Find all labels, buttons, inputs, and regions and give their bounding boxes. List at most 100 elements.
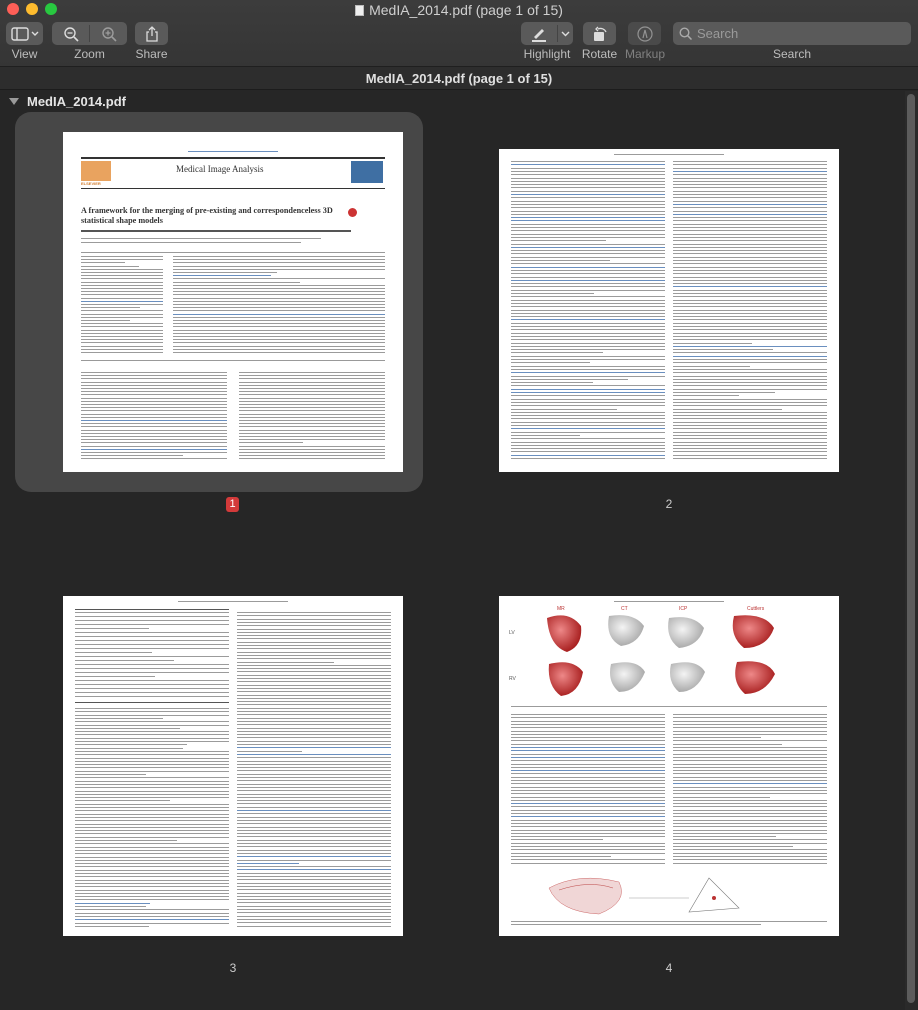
text-line [75, 899, 229, 901]
text-line [673, 276, 827, 278]
text-line [239, 436, 385, 437]
highlight-options-button[interactable] [558, 22, 573, 45]
text-line [673, 842, 827, 844]
text-line [237, 918, 391, 920]
text-line [511, 737, 665, 739]
text-line [237, 674, 391, 676]
scrollbar-thumb[interactable] [907, 94, 915, 1003]
text-line [511, 213, 665, 215]
page-thumbnail-1[interactable]: ELSEVIER Medical Image Analysis A framew… [63, 132, 403, 472]
text-line [81, 272, 163, 273]
text-line [673, 849, 827, 851]
zoom-label: Zoom [74, 47, 105, 61]
text-line [173, 288, 385, 289]
text-line [81, 278, 163, 280]
text-line [75, 876, 229, 878]
text-line [511, 441, 665, 443]
text-line [75, 886, 229, 888]
text-line [237, 697, 391, 699]
text-line [673, 177, 827, 179]
text-line [81, 378, 227, 380]
text-line [75, 813, 229, 815]
text-line [75, 849, 229, 851]
page-thumbnail-2[interactable] [499, 149, 839, 472]
text-line [75, 672, 229, 673]
text-line [673, 816, 827, 818]
page-thumbnail-3[interactable] [63, 596, 403, 936]
text-line [673, 250, 827, 252]
text-line [237, 687, 391, 689]
text-line [237, 879, 391, 881]
text-line [81, 336, 163, 337]
text-line [511, 253, 665, 255]
text-line [75, 711, 229, 713]
text-line [511, 809, 665, 811]
elsevier-logo [81, 161, 111, 181]
zoom-in-button[interactable] [90, 22, 127, 45]
text-line [237, 760, 391, 762]
text-line [511, 203, 665, 205]
text-line [237, 790, 391, 792]
text-line [673, 773, 827, 775]
markup-button[interactable] [628, 22, 661, 45]
text-line [511, 832, 665, 834]
text-line [173, 326, 385, 328]
text-line [511, 240, 607, 242]
affiliation-line [81, 238, 321, 239]
text-line [673, 220, 827, 222]
text-line [511, 362, 590, 364]
disclosure-triangle-icon[interactable] [9, 98, 19, 105]
text-line [673, 806, 827, 808]
text-line [511, 836, 665, 838]
text-line [237, 813, 391, 815]
text-line [239, 407, 385, 409]
rotate-button[interactable] [583, 22, 616, 45]
text-line [75, 724, 229, 726]
text-line [673, 780, 827, 781]
text-line [237, 836, 391, 838]
text-line [75, 727, 180, 729]
text-line [511, 780, 665, 781]
text-line [673, 359, 827, 360]
vertical-scrollbar[interactable] [905, 91, 918, 1010]
author-line [81, 230, 351, 232]
text-line [239, 391, 385, 393]
page-thumbnail-4[interactable]: MR CT ICP Cuttlers LV RV [499, 596, 839, 936]
file-disclosure-row[interactable]: MedIA_2014.pdf [0, 91, 918, 113]
share-button[interactable] [135, 22, 168, 45]
text-line [237, 681, 391, 683]
text-line [81, 259, 163, 261]
text-line [81, 268, 163, 270]
text-line [75, 873, 229, 874]
text-line [173, 284, 385, 286]
text-line [673, 289, 827, 291]
text-line [81, 394, 227, 396]
text-line [237, 780, 391, 782]
search-field[interactable] [673, 22, 911, 45]
text-line [75, 636, 229, 637]
share-label: Share [135, 47, 168, 61]
text-line [673, 428, 827, 430]
text-line [75, 708, 229, 709]
text-line [81, 400, 227, 402]
text-line [511, 332, 665, 334]
search-input[interactable] [697, 26, 897, 41]
text-line [237, 661, 335, 663]
zoom-out-button[interactable] [52, 22, 89, 45]
text-line [75, 757, 229, 759]
running-header [178, 601, 288, 602]
text-line [511, 720, 665, 722]
algorithm-rule [75, 702, 229, 703]
text-line [673, 789, 827, 791]
text-line [173, 332, 385, 334]
view-button[interactable] [6, 22, 43, 45]
text-line [75, 644, 229, 645]
text-line [75, 737, 229, 739]
text-line [237, 843, 391, 844]
text-line [81, 416, 227, 418]
section-rule [81, 252, 385, 253]
text-line [81, 458, 227, 460]
highlight-button[interactable] [521, 22, 557, 45]
text-line [673, 180, 827, 182]
text-line [239, 445, 385, 447]
